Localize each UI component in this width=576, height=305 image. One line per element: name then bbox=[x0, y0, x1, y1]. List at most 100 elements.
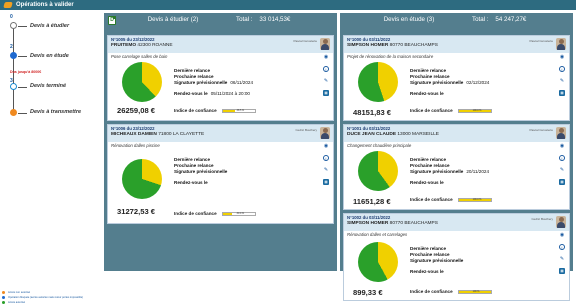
avatar bbox=[320, 127, 330, 139]
avatar bbox=[556, 127, 566, 139]
assignee-name: Pascal Cervelerie bbox=[293, 39, 317, 43]
devis-card[interactable]: N°1006 du 23/12/2022 MICHEAUX DAMIEN 718… bbox=[107, 124, 334, 224]
legend-dot bbox=[2, 291, 5, 294]
document-icon[interactable]: D bbox=[108, 16, 116, 25]
card-header: N°1006 du 23/12/2022 MICHEAUX DAMIEN 718… bbox=[108, 125, 333, 142]
app-logo-icon bbox=[3, 2, 13, 8]
confidence-index: Indice de confiance 30.0 % bbox=[174, 211, 256, 216]
confidence-index: Indice de confiance 100.0 % bbox=[410, 108, 492, 113]
card-info: Dernière relance Prochaine relance Signa… bbox=[410, 68, 490, 96]
chat-icon[interactable]: ✎ bbox=[559, 78, 565, 84]
card-header: N°1005 du 23/12/2022 FRUITEMO 42300 ROAN… bbox=[108, 36, 333, 53]
step-count: 2 bbox=[10, 44, 13, 50]
avatar bbox=[320, 38, 330, 50]
confidence-pie bbox=[122, 159, 162, 199]
column-devis-en-etude: Devis en étude (3) Total : 54 247,27€ N°… bbox=[340, 13, 573, 301]
calculator-icon[interactable]: ▦ bbox=[323, 90, 329, 96]
client: DUCE JEAN CLAUDE 13000 MARSEILLE bbox=[347, 132, 439, 137]
eye-icon[interactable]: ◉ bbox=[323, 54, 329, 60]
legend-text: Accès autorisé bbox=[8, 301, 26, 304]
calculator-icon[interactable]: ▦ bbox=[323, 179, 329, 185]
step-dot[interactable] bbox=[10, 83, 17, 90]
confidence-pie bbox=[358, 151, 398, 191]
due-note: Dus jusqu'à 8000€ bbox=[10, 70, 42, 74]
eye-icon[interactable]: ◉ bbox=[559, 143, 565, 149]
pipeline-sidebar: 0 Devis à étudier 2 Devis en étude Dus j… bbox=[0, 10, 96, 305]
title-bar: Opérations à valider bbox=[0, 0, 576, 10]
signature-date: 20/11/2024 bbox=[466, 169, 490, 174]
legend: Accès non autorisé Opération bloquée (ac… bbox=[2, 290, 83, 305]
client: SIMPSON HOMER 80770 BEAUCHAMPS bbox=[347, 221, 438, 226]
card-info: Dernière relance Prochaine relance Signa… bbox=[410, 246, 464, 274]
step-dot[interactable] bbox=[10, 52, 17, 59]
devis-card[interactable]: N°1001 du 03/11/2022 DUCE JEAN CLAUDE 13… bbox=[343, 124, 570, 210]
confidence-pie bbox=[358, 242, 398, 282]
confidence-index: Indice de confiance 100 % bbox=[410, 289, 492, 294]
step-count: 0 bbox=[10, 14, 13, 20]
card-subject: Projet de rénovation de la maison second… bbox=[347, 54, 434, 59]
devis-amount: 26259,08 € bbox=[117, 106, 156, 115]
info-icon[interactable]: i bbox=[559, 155, 565, 161]
client: FRUITEMO 42300 ROANNE bbox=[111, 43, 173, 48]
step-dot[interactable] bbox=[10, 22, 17, 29]
eye-icon[interactable]: ◉ bbox=[559, 54, 565, 60]
devis-card[interactable]: N°1005 du 23/12/2022 FRUITEMO 42300 ROAN… bbox=[107, 35, 334, 121]
devis-card[interactable]: N°1002 du 03/11/2022 SIMPSON HOMER 80770… bbox=[343, 213, 570, 301]
chat-icon[interactable]: ✎ bbox=[323, 78, 329, 84]
step-devis-a-transmettre[interactable]: Devis à transmettre bbox=[30, 109, 81, 115]
assignee-name: Cedric Bouthery bbox=[295, 128, 317, 132]
column-devis-a-etudier: D Devis à étudier (2) Total : 33 014,53€… bbox=[104, 13, 337, 271]
devis-card[interactable]: N°1000 du 03/11/2022 SIMPSON HOMER 80770… bbox=[343, 35, 570, 121]
confidence-fill bbox=[222, 109, 235, 112]
rdv-date: 05/11/2024 à 20:00 bbox=[210, 91, 250, 96]
confidence-pie bbox=[122, 62, 162, 102]
eye-icon[interactable]: ◉ bbox=[559, 232, 565, 238]
step-devis-en-etude[interactable]: Devis en étude bbox=[30, 53, 69, 59]
step-dot[interactable] bbox=[10, 109, 17, 116]
legend-text: Accès non autorisé bbox=[8, 291, 31, 294]
info-icon[interactable]: i bbox=[559, 244, 565, 250]
card-info: Dernière relance Prochaine relance Signa… bbox=[410, 157, 490, 185]
calculator-icon[interactable]: ▦ bbox=[559, 90, 565, 96]
client: MICHEAUX DAMIEN 71800 LA CLAYETTE bbox=[111, 132, 205, 137]
app-title: Opérations à valider bbox=[16, 2, 74, 8]
card-info: Dernière relance Prochaine relance Signa… bbox=[174, 68, 254, 96]
devis-amount: 31272,53 € bbox=[117, 207, 156, 216]
info-icon[interactable]: i bbox=[323, 66, 329, 72]
devis-amount: 899,33 € bbox=[353, 288, 383, 297]
calculator-icon[interactable]: ▦ bbox=[559, 179, 565, 185]
column-title: Devis en étude (3) bbox=[383, 16, 435, 23]
card-subject: Changement chaudière principale bbox=[347, 143, 412, 148]
chat-icon[interactable]: ✎ bbox=[559, 167, 565, 173]
card-header: N°1000 du 03/11/2022 SIMPSON HOMER 80770… bbox=[344, 36, 569, 53]
chat-icon[interactable]: ✎ bbox=[323, 167, 329, 173]
card-header: N°1002 du 03/11/2022 SIMPSON HOMER 80770… bbox=[344, 214, 569, 231]
eye-icon[interactable]: ◉ bbox=[323, 143, 329, 149]
avatar bbox=[556, 216, 566, 228]
assignee-name: Pascal Cervelerie bbox=[529, 128, 553, 132]
signature-date: 06/11/2024 bbox=[230, 80, 254, 85]
card-subject: Rénovation dalles piscine bbox=[111, 143, 160, 148]
info-icon[interactable]: i bbox=[323, 155, 329, 161]
devis-amount: 11651,28 € bbox=[353, 197, 391, 206]
confidence-pie bbox=[358, 62, 398, 102]
step-devis-termine[interactable]: Devis terminé bbox=[30, 83, 66, 89]
column-total: Total : 54 247,27€ bbox=[472, 16, 527, 23]
info-icon[interactable]: i bbox=[559, 66, 565, 72]
chat-icon[interactable]: ✎ bbox=[559, 256, 565, 262]
legend-dot bbox=[2, 301, 5, 304]
column-header: Devis en étude (3) Total : 54 247,27€ bbox=[340, 13, 573, 26]
column-title: Devis à étudier (2) bbox=[147, 16, 199, 23]
calculator-icon[interactable]: ▦ bbox=[559, 268, 565, 274]
confidence-index: Indice de confiance 100.0 % bbox=[410, 197, 492, 202]
legend-dot bbox=[2, 296, 5, 299]
avatar bbox=[556, 38, 566, 50]
step-devis-a-etudier[interactable]: Devis à étudier bbox=[30, 23, 69, 29]
client: SIMPSON HOMER 80770 BEAUCHAMPS bbox=[347, 43, 438, 48]
legend-text: Opération bloquée (accès autorisé mais r… bbox=[8, 296, 84, 299]
column-header: D Devis à étudier (2) Total : 33 014,53€ bbox=[104, 13, 337, 26]
assignee-name: Cedric Bouthery bbox=[531, 217, 553, 221]
confidence-fill bbox=[222, 212, 233, 215]
signature-date: 02/12/2024 bbox=[466, 80, 490, 85]
card-subject: Rénovation dalles et carrelages bbox=[347, 232, 408, 237]
